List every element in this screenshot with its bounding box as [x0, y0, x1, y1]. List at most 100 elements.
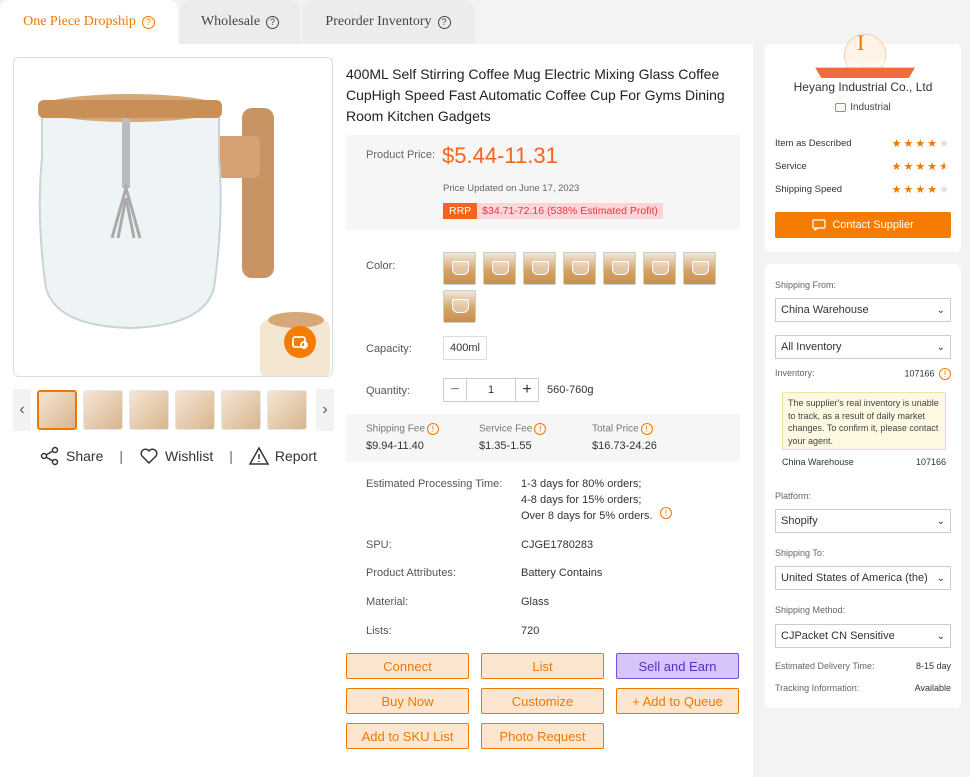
list-button[interactable]: List — [481, 653, 604, 679]
select-value: United States of America (the) — [781, 572, 928, 584]
divider: | — [229, 448, 233, 464]
add-to-queue-button[interactable]: + Add to Queue — [616, 688, 739, 714]
decrement-button[interactable]: − — [443, 378, 467, 402]
warehouse-qty: 107166 — [915, 457, 946, 467]
coffee-mug-image — [14, 58, 332, 376]
inventory-row: Inventory: 107166 ! — [775, 368, 951, 380]
wishlist-button[interactable]: Wishlist — [139, 446, 213, 466]
thumbnail[interactable] — [37, 390, 77, 430]
shipping-from-select[interactable]: China Warehouse ⌄ — [775, 298, 951, 322]
rating-shipping-speed: Shipping Speed ★★★★★ — [775, 183, 951, 196]
processing-label: Estimated Processing Time: — [366, 478, 503, 490]
warning-icon — [248, 446, 269, 465]
chevron-right-icon[interactable]: › — [316, 389, 334, 431]
rrp-badge: RRP $34.71-72.16 (538% Estimated Profit) — [443, 203, 663, 219]
report-button[interactable]: Report — [248, 446, 317, 466]
photo-request-button[interactable]: Photo Request — [481, 723, 604, 749]
color-swatch[interactable] — [483, 252, 516, 285]
tab-wholesale[interactable]: Wholesale ? — [180, 0, 300, 44]
buy-now-button[interactable]: Buy Now — [346, 688, 469, 714]
select-value: Shopify — [781, 515, 818, 527]
spu-value: CJGE1780283 — [521, 539, 594, 551]
service-fee-label: Service Fee — [479, 423, 533, 435]
main-product-image[interactable] — [13, 57, 333, 377]
shipping-fee-label: Shipping Fee — [366, 423, 425, 435]
increment-button[interactable]: + — [515, 378, 539, 402]
rating-label: Shipping Speed — [775, 184, 843, 195]
info-icon[interactable]: ! — [640, 423, 653, 435]
quality-supplier-ribbon: Quality Supplier — [836, 59, 890, 68]
attributes-value: Battery Contains — [521, 567, 603, 579]
help-icon[interactable]: ? — [437, 15, 451, 29]
thumbnail-strip: ‹ › — [13, 389, 335, 431]
color-swatch[interactable] — [603, 252, 636, 285]
total-price: Total Price! $16.73-24.26 — [592, 423, 657, 452]
quantity-stepper: − 1 + 560-760g — [443, 378, 594, 402]
tab-one-piece-dropship[interactable]: One Piece Dropship ? — [0, 0, 178, 44]
connect-button[interactable]: Connect — [346, 653, 469, 679]
thumbnail[interactable] — [267, 390, 307, 430]
add-to-sku-list-button[interactable]: Add to SKU List — [346, 723, 469, 749]
divider: | — [119, 448, 123, 464]
capacity-label: Capacity: — [366, 343, 412, 355]
supplier-name[interactable]: Heyang Industrial Co., Ltd — [765, 80, 961, 94]
chevron-down-icon: ⌄ — [936, 572, 945, 584]
color-swatch[interactable] — [443, 290, 476, 323]
color-swatch[interactable] — [683, 252, 716, 285]
chevron-down-icon: ⌄ — [936, 304, 945, 316]
spu-label: SPU: — [366, 539, 392, 551]
chevron-left-icon[interactable]: ‹ — [13, 389, 31, 431]
info-icon[interactable]: ! — [426, 423, 439, 435]
shipping-method-label: Shipping Method: — [775, 605, 846, 615]
thumbnail[interactable] — [175, 390, 215, 430]
color-label: Color: — [366, 260, 396, 272]
lists-label: Lists: — [366, 625, 392, 637]
info-icon[interactable]: ! — [534, 423, 547, 435]
info-icon[interactable]: ! — [660, 507, 672, 519]
rrp-text: $34.71-72.16 (538% Estimated Profit) — [477, 203, 663, 219]
inventory-value: 107166 ! — [904, 368, 951, 380]
share-label: Share — [66, 448, 104, 464]
quantity-input[interactable]: 1 — [467, 378, 515, 402]
tab-label: Wholesale — [200, 14, 261, 29]
customize-button[interactable]: Customize — [481, 688, 604, 714]
rating-label: Item as Described — [775, 138, 852, 149]
price-box: Product Price: $5.44-11.31 Price Updated… — [346, 135, 740, 230]
shipping-to-select[interactable]: United States of America (the) ⌄ — [775, 566, 951, 590]
tab-preorder-inventory[interactable]: Preorder Inventory ? — [302, 0, 474, 44]
color-swatches — [443, 252, 733, 323]
select-value: China Warehouse — [781, 304, 869, 316]
thumbnail[interactable] — [129, 390, 169, 430]
inventory-note: The supplier's real inventory is unable … — [782, 392, 946, 450]
service-fee-value: $1.35-1.55 — [479, 440, 532, 452]
rrp-tag: RRP — [443, 203, 478, 219]
chevron-down-icon: ⌄ — [936, 630, 945, 642]
shipping-from-label: Shipping From: — [775, 280, 837, 290]
product-title: 400ML Self Stirring Coffee Mug Electric … — [346, 66, 725, 124]
contact-supplier-button[interactable]: Contact Supplier — [775, 212, 951, 238]
processing-line: 4-8 days for 15% orders; — [521, 494, 642, 506]
material-value: Glass — [521, 596, 550, 608]
image-search-icon[interactable] — [284, 326, 316, 358]
processing-line: 1-3 days for 80% orders; — [521, 478, 642, 490]
product-actions: Share | Wishlist | Report — [40, 446, 317, 466]
help-icon[interactable]: ? — [141, 15, 155, 29]
shipping-method-select[interactable]: CJPacket CN Sensitive ⌄ — [775, 624, 951, 648]
capacity-option[interactable]: 400ml — [443, 336, 487, 360]
platform-select[interactable]: Shopify ⌄ — [775, 509, 951, 533]
color-swatch[interactable] — [443, 252, 476, 285]
inventory-select[interactable]: All Inventory ⌄ — [775, 335, 951, 359]
supplier-type-label: Industrial — [850, 102, 891, 113]
color-swatch[interactable] — [563, 252, 596, 285]
sell-and-earn-button[interactable]: Sell and Earn — [616, 653, 739, 679]
color-swatch[interactable] — [523, 252, 556, 285]
thumbnail[interactable] — [221, 390, 261, 430]
info-icon[interactable]: ! — [939, 368, 951, 380]
thumbnail[interactable] — [83, 390, 123, 430]
rating-item-described: Item as Described ★★★★★ — [775, 137, 951, 150]
help-icon[interactable]: ? — [266, 15, 280, 29]
shipping-card: Shipping From: China Warehouse ⌄ All Inve… — [765, 264, 961, 708]
supplier-type: Industrial — [765, 102, 961, 113]
color-swatch[interactable] — [643, 252, 676, 285]
share-button[interactable]: Share — [40, 446, 103, 466]
